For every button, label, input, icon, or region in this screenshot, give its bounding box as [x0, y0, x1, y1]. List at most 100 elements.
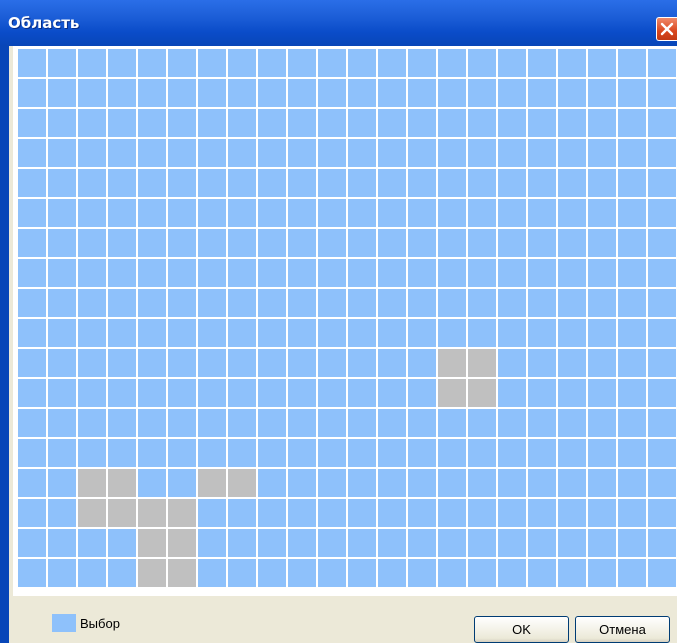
grid-cell[interactable] [468, 289, 496, 317]
grid-cell[interactable] [18, 439, 46, 467]
grid-cell[interactable] [318, 109, 346, 137]
grid-cell[interactable] [408, 79, 436, 107]
grid-cell[interactable] [168, 79, 196, 107]
grid-cell[interactable] [138, 79, 166, 107]
grid-cell[interactable] [498, 469, 526, 497]
grid-cell[interactable] [468, 169, 496, 197]
grid-cell[interactable] [468, 529, 496, 557]
grid-cell[interactable] [408, 259, 436, 287]
grid-cell[interactable] [138, 529, 166, 557]
grid-cell[interactable] [498, 319, 526, 347]
grid-cell[interactable] [198, 49, 226, 77]
grid-cell[interactable] [498, 199, 526, 227]
grid-cell[interactable] [528, 229, 556, 257]
grid-cell[interactable] [198, 289, 226, 317]
grid-cell[interactable] [198, 559, 226, 587]
grid-cell[interactable] [78, 349, 106, 377]
grid-cell[interactable] [138, 259, 166, 287]
grid-cell[interactable] [318, 469, 346, 497]
grid-cell[interactable] [438, 259, 466, 287]
grid-cell[interactable] [378, 169, 406, 197]
grid-cell[interactable] [78, 289, 106, 317]
grid-cell[interactable] [18, 229, 46, 257]
grid-cell[interactable] [228, 199, 256, 227]
grid-cell[interactable] [408, 289, 436, 317]
grid-cell[interactable] [18, 259, 46, 287]
grid-cell[interactable] [528, 409, 556, 437]
grid-cell[interactable] [318, 529, 346, 557]
cancel-button[interactable]: Отмена [575, 616, 670, 643]
grid-cell[interactable] [558, 469, 586, 497]
grid-cell[interactable] [438, 469, 466, 497]
grid-cell[interactable] [378, 349, 406, 377]
grid-cell[interactable] [558, 409, 586, 437]
grid-cell[interactable] [78, 439, 106, 467]
grid-cell[interactable] [168, 409, 196, 437]
grid-cell[interactable] [438, 439, 466, 467]
grid-cell[interactable] [588, 199, 616, 227]
grid-cell[interactable] [408, 469, 436, 497]
grid-cell[interactable] [108, 49, 136, 77]
grid-cell[interactable] [168, 499, 196, 527]
grid-cell[interactable] [78, 199, 106, 227]
grid-cell[interactable] [468, 469, 496, 497]
grid-cell[interactable] [288, 499, 316, 527]
grid-cell[interactable] [168, 439, 196, 467]
grid-cell[interactable] [648, 79, 676, 107]
grid-cell[interactable] [588, 349, 616, 377]
grid-cell[interactable] [588, 409, 616, 437]
grid-cell[interactable] [528, 139, 556, 167]
grid-cell[interactable] [168, 229, 196, 257]
grid-cell[interactable] [558, 79, 586, 107]
grid-cell[interactable] [648, 349, 676, 377]
grid-cell[interactable] [618, 139, 646, 167]
grid-cell[interactable] [498, 49, 526, 77]
grid-cell[interactable] [378, 109, 406, 137]
grid-cell[interactable] [648, 439, 676, 467]
grid-cell[interactable] [258, 169, 286, 197]
grid-cell[interactable] [258, 439, 286, 467]
grid-cell[interactable] [558, 439, 586, 467]
grid-cell[interactable] [378, 559, 406, 587]
grid-cell[interactable] [138, 319, 166, 347]
grid-cell[interactable] [168, 289, 196, 317]
grid-cell[interactable] [48, 199, 76, 227]
grid-cell[interactable] [108, 409, 136, 437]
grid-cell[interactable] [468, 559, 496, 587]
grid-cell[interactable] [78, 469, 106, 497]
grid-cell[interactable] [228, 439, 256, 467]
grid-cell[interactable] [648, 109, 676, 137]
grid-cell[interactable] [258, 469, 286, 497]
grid-cell[interactable] [168, 169, 196, 197]
grid-cell[interactable] [48, 259, 76, 287]
grid-cell[interactable] [78, 49, 106, 77]
grid-cell[interactable] [468, 109, 496, 137]
grid-cell[interactable] [108, 109, 136, 137]
grid-cell[interactable] [648, 139, 676, 167]
grid-cell[interactable] [348, 409, 376, 437]
grid-cell[interactable] [228, 259, 256, 287]
grid-cell[interactable] [438, 79, 466, 107]
grid-cell[interactable] [78, 529, 106, 557]
grid-cell[interactable] [168, 109, 196, 137]
grid-cell[interactable] [648, 559, 676, 587]
grid-cell[interactable] [198, 139, 226, 167]
grid-cell[interactable] [258, 229, 286, 257]
grid-cell[interactable] [168, 349, 196, 377]
grid-cell[interactable] [468, 409, 496, 437]
grid-cell[interactable] [498, 79, 526, 107]
grid-cell[interactable] [318, 169, 346, 197]
grid-cell[interactable] [198, 529, 226, 557]
grid-cell[interactable] [168, 139, 196, 167]
grid-cell[interactable] [618, 529, 646, 557]
grid-cell[interactable] [78, 559, 106, 587]
grid-cell[interactable] [78, 169, 106, 197]
grid-cell[interactable] [138, 469, 166, 497]
grid-cell[interactable] [318, 499, 346, 527]
grid-cell[interactable] [438, 289, 466, 317]
grid-cell[interactable] [648, 229, 676, 257]
grid-cell[interactable] [378, 259, 406, 287]
grid-cell[interactable] [18, 349, 46, 377]
grid-cell[interactable] [18, 199, 46, 227]
grid-cell[interactable] [258, 199, 286, 227]
